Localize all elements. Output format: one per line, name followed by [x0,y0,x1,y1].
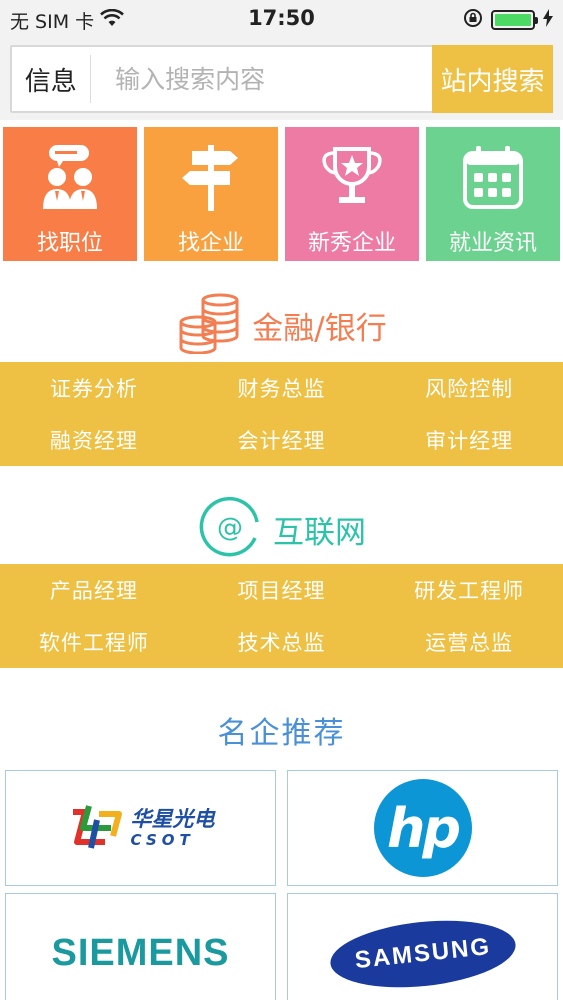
category-item[interactable]: 产品经理 [0,564,188,616]
recruiter-icon [35,143,105,213]
finance-categories: 证券分析 财务总监 风险控制 融资经理 会计经理 审计经理 [0,362,563,466]
category-item[interactable]: 研发工程师 [375,564,563,616]
battery-fill [495,14,531,26]
at-sign-icon: @ [197,494,263,564]
search-input[interactable] [91,47,433,111]
tile-label: 找职位 [36,231,103,256]
section-finance-header: 金融/银行 [0,292,563,358]
category-item[interactable]: 证券分析 [0,362,188,414]
search-box: 信息 站内搜索 [10,45,553,113]
category-item[interactable]: 融资经理 [0,414,188,466]
section-internet-header: @ 互联网 [0,496,563,562]
hp-text: hp [386,796,461,860]
category-item[interactable]: 项目经理 [188,564,376,616]
tile-find-company[interactable]: 找企业 [144,127,278,261]
tile-job-news[interactable]: 就业资讯 [426,127,560,261]
search-category-select[interactable]: 信息 [12,47,90,111]
tile-label: 就业资讯 [448,231,537,256]
company-card-siemens[interactable]: SIEMENS [5,893,276,1000]
samsung-text: SAMSUNG [353,932,492,975]
recommend-title: 名企推荐 [217,716,346,751]
category-item[interactable]: 软件工程师 [0,616,188,668]
hp-logo: hp [373,779,472,877]
tile-new-company[interactable]: 新秀企业 [285,127,419,261]
svg-text:@: @ [217,513,243,543]
section-title: 金融/银行 [252,310,387,347]
csot-mark-icon [72,805,122,849]
category-item[interactable]: 运营总监 [375,616,563,668]
company-card-samsung[interactable]: SAMSUNG [287,893,558,1000]
section-title: 互联网 [273,514,366,551]
category-item[interactable]: 财务总监 [188,362,376,414]
site-search-button[interactable]: 站内搜索 [432,45,553,113]
category-item[interactable]: 会计经理 [188,414,376,466]
company-card-hp[interactable]: hp [287,770,558,886]
csot-logo: 华星光电 CSOT [67,802,215,854]
csot-en-text: CSOT [130,830,195,849]
charging-bolt-icon [543,9,553,31]
signpost-icon [176,143,246,213]
search-bar: 信息 站内搜索 [0,38,563,120]
tile-label: 找企业 [177,231,244,256]
status-bar: 无 SIM 卡 17:50 [0,0,563,38]
category-item[interactable]: 风险控制 [375,362,563,414]
samsung-logo: SAMSUNG [326,912,519,996]
internet-categories: 产品经理 项目经理 研发工程师 软件工程师 技术总监 运营总监 [0,564,563,668]
battery-icon [491,10,538,30]
company-card-csot[interactable]: 华星光电 CSOT [5,770,276,886]
csot-cn-text: 华星光电 [130,806,215,831]
siemens-logo-text: SIEMENS [51,931,230,974]
quick-tiles: 找职位 找企业 新秀企业 就业资讯 [3,127,560,261]
trophy-icon [317,143,387,213]
coins-icon [176,292,242,358]
calendar-icon [458,143,528,213]
tile-label: 新秀企业 [307,231,396,256]
tile-find-job[interactable]: 找职位 [3,127,137,261]
category-item[interactable]: 技术总监 [188,616,376,668]
category-item[interactable]: 审计经理 [375,414,563,466]
rotation-lock-icon [463,8,483,32]
status-right [463,8,553,32]
